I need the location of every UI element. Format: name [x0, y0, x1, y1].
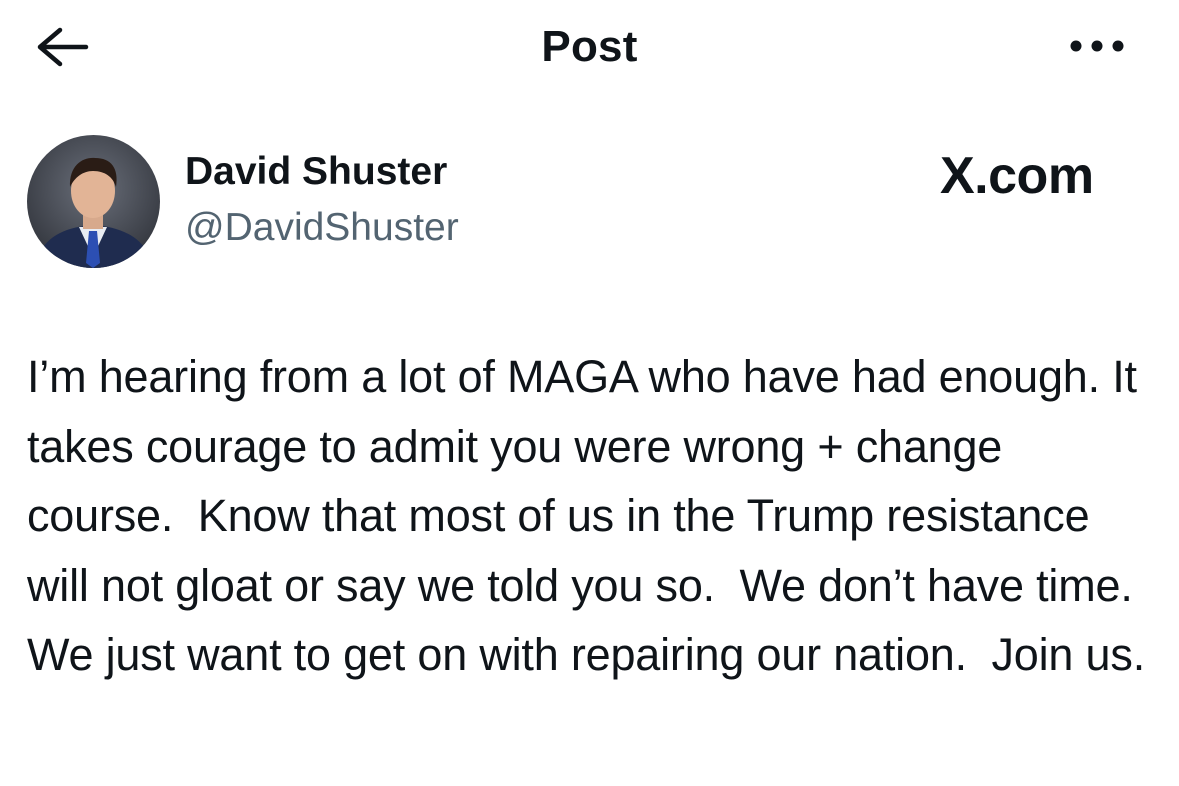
top-bar: Post [0, 0, 1179, 100]
post-text: I’m hearing from a lot of MAGA who have … [27, 351, 1150, 681]
author-name[interactable]: David Shuster [185, 150, 447, 194]
more-horizontal-icon [1068, 39, 1126, 58]
more-options-button[interactable] [1062, 30, 1132, 66]
author-handle[interactable]: @DavidShuster [185, 206, 459, 250]
brand-watermark: X.com [940, 147, 1094, 205]
page-title: Post [541, 22, 638, 71]
avatar[interactable] [27, 135, 160, 268]
